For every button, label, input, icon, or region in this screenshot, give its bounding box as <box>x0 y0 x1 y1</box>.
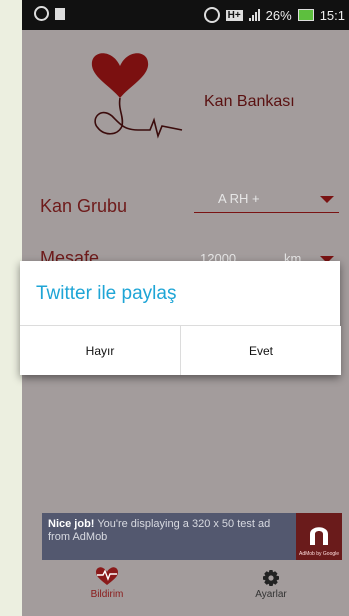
bottom-nav: Bildirim Ayarlar <box>22 560 349 616</box>
dialog-no-button[interactable]: Hayır <box>20 326 180 375</box>
admob-label: AdMob by Google <box>299 551 340 557</box>
status-bar: H+ 26% 15:1 <box>22 0 349 30</box>
nav-bildirim[interactable]: Bildirim <box>80 566 134 600</box>
ad-headline: Nice job! <box>48 518 95 530</box>
notification-square-icon <box>55 7 65 20</box>
admob-logo-icon: AdMob by Google <box>296 513 342 560</box>
blood-group-label: Kan Grubu <box>40 196 128 216</box>
alarm-icon <box>203 7 220 23</box>
signal-icon <box>248 9 260 21</box>
dialog-title: Twitter ile paylaş <box>36 283 177 304</box>
nav-bildirim-label: Bildirim <box>90 589 124 600</box>
network-type-label: H+ <box>225 9 243 21</box>
gear-icon <box>263 570 279 586</box>
battery-icon <box>297 9 314 21</box>
blood-group-value[interactable]: A RH + <box>218 191 260 206</box>
heartbeat-icon <box>96 567 118 585</box>
blood-group-dropdown-icon[interactable] <box>320 196 334 203</box>
status-time: 15:1 <box>319 7 345 23</box>
blood-group-underline <box>194 212 339 213</box>
nav-ayarlar-label: Ayarlar <box>255 589 287 600</box>
app-logo-text: Kan Bankası <box>204 93 295 110</box>
dialog-yes-button[interactable]: Evet <box>180 326 341 375</box>
ad-text: Nice job! You're displaying a 320 x 50 t… <box>48 518 290 544</box>
notification-circle-icon <box>34 6 49 21</box>
share-dialog: Twitter ile paylaş Hayır Evet <box>20 261 341 375</box>
heart-balloon-logo <box>91 53 183 139</box>
battery-percent: 26% <box>265 7 292 23</box>
nav-ayarlar[interactable]: Ayarlar <box>244 570 298 600</box>
ad-banner[interactable]: Nice job! You're displaying a 320 x 50 t… <box>42 513 342 560</box>
